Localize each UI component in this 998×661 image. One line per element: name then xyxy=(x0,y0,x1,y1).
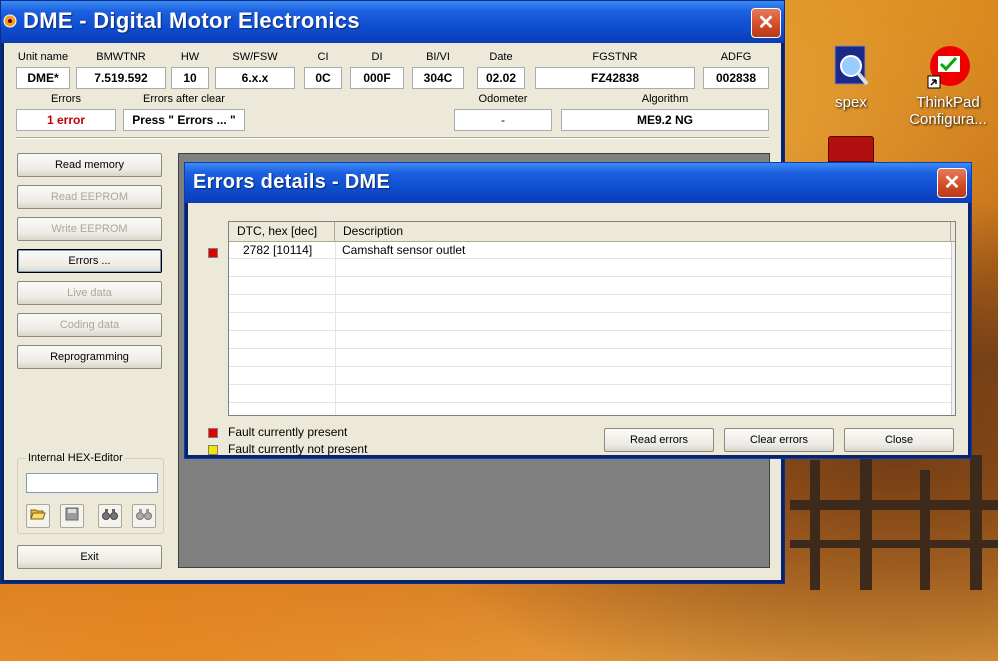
field-hw: 10 xyxy=(171,67,209,89)
table-row[interactable]: 2782 [10114] Camshaft sensor outlet xyxy=(229,242,955,259)
dialog-client-area: DTC, hex [dec] Description 2782 [10114] … xyxy=(188,203,968,456)
table-row-empty xyxy=(229,368,955,385)
toolbox-icon[interactable] xyxy=(828,136,874,162)
field-algorithm: ME9.2 NG xyxy=(561,109,769,131)
field-unit-name: DME* xyxy=(16,67,70,89)
read-eeprom-button[interactable]: Read EEPROM xyxy=(17,185,162,209)
read-memory-button[interactable]: Read memory xyxy=(17,153,162,177)
label-sw-fsw: SW/FSW xyxy=(232,51,278,63)
field-bmwtnr: 7.519.592 xyxy=(76,67,166,89)
header-separator xyxy=(16,137,769,139)
hex-editor-input[interactable] xyxy=(26,473,158,493)
table-row-empty xyxy=(229,314,955,331)
table-scrollbar[interactable] xyxy=(951,242,955,415)
write-eeprom-button[interactable]: Write EEPROM xyxy=(17,217,162,241)
table-row-empty xyxy=(229,260,955,277)
hex-editor-group: Internal HEX-Editor xyxy=(17,452,164,534)
binoculars-next-icon xyxy=(136,509,152,520)
label-hw: HW xyxy=(180,51,200,63)
field-adfg: 002838 xyxy=(703,67,769,89)
open-folder-button[interactable] xyxy=(26,504,50,528)
dialog-close-x-button[interactable]: ✕ xyxy=(937,168,967,198)
find-next-button[interactable] xyxy=(132,504,156,528)
label-bmwtnr: BMWTNR xyxy=(96,51,146,63)
table-row-empty xyxy=(229,350,955,367)
label-fgstnr: FGSTNR xyxy=(592,51,638,63)
label-di: DI xyxy=(371,51,383,63)
legend-not-present-text: Fault currently not present xyxy=(228,442,368,456)
table-row-empty xyxy=(229,278,955,295)
dialog-close-button[interactable]: Close xyxy=(844,428,954,452)
spex-icon xyxy=(829,44,873,90)
label-bi-vi: BI/VI xyxy=(426,51,450,63)
errors-table[interactable]: DTC, hex [dec] Description 2782 [10114] … xyxy=(228,221,956,416)
main-titlebar[interactable]: DME - Digital Motor Electronics ✕ xyxy=(1,1,784,43)
close-icon: ✕ xyxy=(943,172,961,194)
folder-open-icon xyxy=(30,509,46,520)
exit-button[interactable]: Exit xyxy=(17,545,162,569)
table-row-empty xyxy=(229,386,955,403)
coding-data-button[interactable]: Coding data xyxy=(17,313,162,337)
reprogramming-button[interactable]: Reprogramming xyxy=(17,345,162,369)
field-date: 02.02 xyxy=(477,67,525,89)
dialog-titlebar[interactable]: Errors details - DME ✕ xyxy=(185,163,971,203)
desktop-icon-label: ThinkPad Configura... xyxy=(909,94,987,128)
legend-present-text: Fault currently present xyxy=(228,425,348,439)
table-header: DTC, hex [dec] Description xyxy=(229,222,955,242)
dtc-cell: 2782 [10114] xyxy=(243,243,313,257)
field-odometer: - xyxy=(454,109,552,131)
row-status-indicator xyxy=(208,248,218,258)
clear-errors-button[interactable]: Clear errors xyxy=(724,428,834,452)
close-icon: ✕ xyxy=(757,12,775,34)
desktop-wallpaper-fence xyxy=(790,440,998,590)
errors-dialog: Errors details - DME ✕ DTC, hex [dec] De… xyxy=(184,162,972,459)
legend-not-present-swatch xyxy=(208,445,218,455)
desktop-icon-thinkpad[interactable]: ThinkPad Configura... xyxy=(900,44,996,128)
live-data-button[interactable]: Live data xyxy=(17,281,162,305)
read-errors-button[interactable]: Read errors xyxy=(604,428,714,452)
label-odometer: Odometer xyxy=(478,93,528,105)
label-date: Date xyxy=(489,51,513,63)
label-errors: Errors xyxy=(51,93,81,105)
binoculars-icon xyxy=(102,509,118,520)
field-errors: 1 error xyxy=(16,109,116,131)
label-adfg: ADFG xyxy=(720,51,752,63)
save-disk-icon xyxy=(65,507,79,521)
field-bi-vi: 304C xyxy=(412,67,464,89)
label-errors-after-clear: Errors after clear xyxy=(143,93,225,105)
table-row-empty xyxy=(229,332,955,349)
thinkpad-config-icon xyxy=(926,44,970,90)
column-header-dtc[interactable]: DTC, hex [dec] xyxy=(229,222,335,242)
field-fgstnr: FZ42838 xyxy=(535,67,695,89)
desktop-icon-label: spex xyxy=(835,94,867,111)
field-ci: 0C xyxy=(304,67,342,89)
errors-button[interactable]: Errors ... xyxy=(17,249,162,273)
field-di: 000F xyxy=(350,67,404,89)
field-sw-fsw: 6.x.x xyxy=(215,67,295,89)
hex-editor-label: Internal HEX-Editor xyxy=(26,452,125,464)
save-button[interactable] xyxy=(60,504,84,528)
label-ci: CI xyxy=(317,51,329,63)
app-icon xyxy=(3,14,17,28)
description-cell: Camshaft sensor outlet xyxy=(342,243,466,257)
main-close-button[interactable]: ✕ xyxy=(751,8,781,38)
find-button[interactable] xyxy=(98,504,122,528)
dialog-title: Errors details - DME xyxy=(193,171,391,193)
desktop-icon-spex[interactable]: spex xyxy=(808,44,894,111)
table-row-empty xyxy=(229,296,955,313)
legend-present-swatch xyxy=(208,428,218,438)
column-header-description[interactable]: Description xyxy=(335,222,951,242)
label-algorithm: Algorithm xyxy=(641,93,689,105)
main-window-title: DME - Digital Motor Electronics xyxy=(23,8,360,33)
field-errors-after-clear: Press " Errors ... " xyxy=(123,109,245,131)
label-unit-name: Unit name xyxy=(17,51,69,63)
